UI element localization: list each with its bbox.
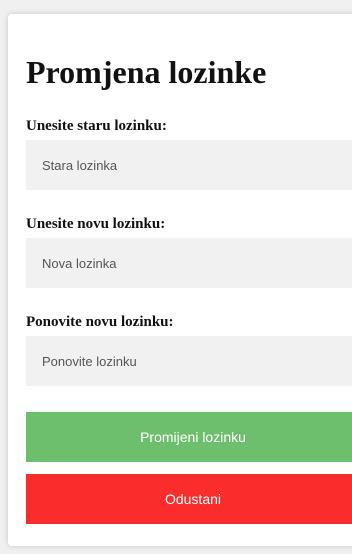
change-password-button[interactable]: Promijeni lozinku [26,412,352,462]
change-password-card: Promjena lozinke Unesite staru lozinku: … [8,14,352,546]
old-password-input[interactable] [26,140,352,190]
repeat-password-label: Ponovite novu lozinku: [26,314,174,330]
new-password-input[interactable] [26,238,352,288]
page-title: Promjena lozinke [26,54,267,90]
repeat-password-input[interactable] [26,336,352,386]
cancel-button[interactable]: Odustani [26,474,352,524]
new-password-label: Unesite novu lozinku: [26,216,166,232]
old-password-label: Unesite staru lozinku: [26,118,167,134]
